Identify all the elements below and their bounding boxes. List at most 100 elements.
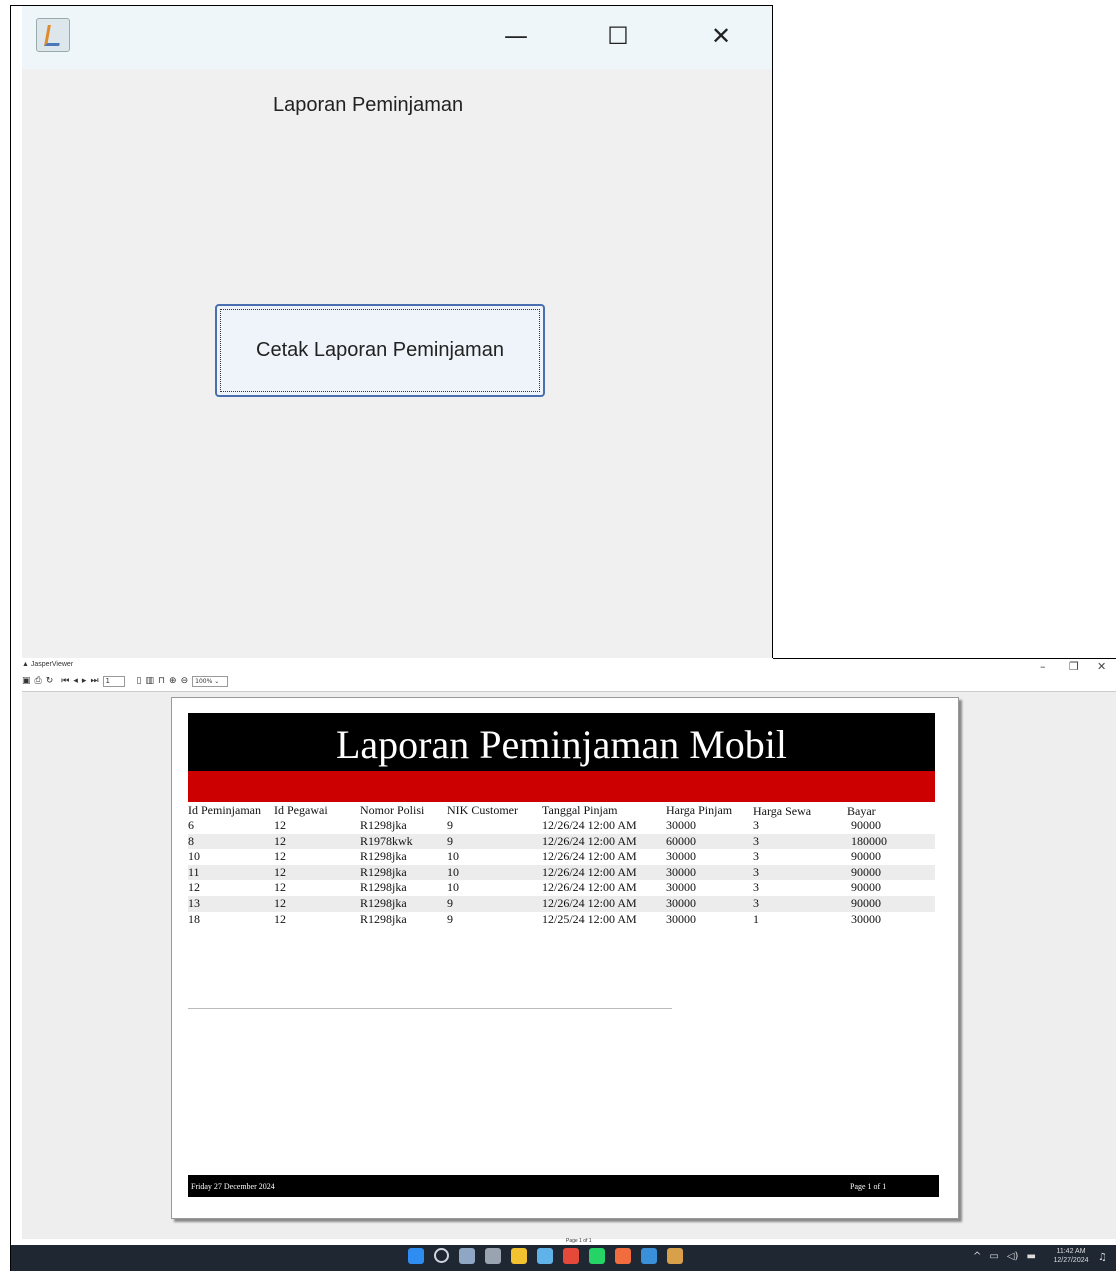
table-cell: 12/25/24 12:00 AM (542, 911, 637, 926)
image-border-right (772, 5, 773, 658)
whatsapp-icon[interactable] (589, 1248, 605, 1264)
column-header: Id Peminjaman (188, 803, 261, 817)
chevron-up-icon[interactable]: ^ (973, 1251, 981, 1262)
xampp-icon[interactable] (615, 1248, 631, 1264)
table-cell: 30000 (666, 849, 696, 864)
next-page-icon[interactable]: ▸ (82, 676, 87, 686)
netbeans-icon[interactable] (641, 1248, 657, 1264)
save-icon[interactable]: ▣ (22, 676, 31, 686)
table-cell: 90000 (851, 864, 881, 879)
table-cell: 60000 (666, 833, 696, 848)
table-cell: 3 (753, 880, 759, 895)
minimize-button[interactable]: — (493, 16, 539, 56)
search-icon[interactable] (434, 1248, 449, 1263)
notification-bell-icon[interactable]: ♫ (1098, 1252, 1107, 1263)
table-row: 8 12 R1978kwk 9 12/26/24 12:00 AM 60000 3 18000… (188, 833, 935, 850)
task-view-icon[interactable] (459, 1248, 475, 1264)
table-cell: R1298jka (360, 880, 407, 895)
table-cell: 11 (188, 864, 200, 879)
table-cell: 12/26/24 12:00 AM (542, 895, 637, 910)
table-row: 6 12 R1298jka 9 12/26/24 12:00 AM 30000 3 90000 (188, 818, 935, 834)
java-app-window: — ☐ ✕ Laporan Peminjaman Cetak Laporan P… (22, 6, 772, 658)
table-cell: R1298jka (360, 864, 407, 879)
table-cell: 30000 (666, 895, 696, 910)
maximize-button[interactable]: ☐ (595, 16, 641, 56)
file-explorer-icon[interactable] (511, 1248, 527, 1264)
report-body: 6 12 R1298jka 9 12/26/24 12:00 AM 30000 3 90000… (188, 818, 935, 927)
table-cell: R1978kwk (360, 833, 413, 848)
table-cell: 3 (753, 849, 759, 864)
java-icon[interactable] (667, 1248, 683, 1264)
chrome-icon[interactable] (563, 1248, 579, 1264)
zoom-out-icon[interactable]: ⊖ (181, 676, 189, 686)
table-cell: R1298jka (360, 849, 407, 864)
table-row: 10 12 R1298jka 10 12/26/24 12:00 AM 30000 3 900… (188, 849, 935, 865)
settings-icon[interactable] (485, 1248, 501, 1264)
previous-page-icon[interactable]: ◂ (73, 676, 78, 686)
zoom-select[interactable]: 100% ⌄ (192, 675, 229, 687)
first-page-icon[interactable]: ⏮ (61, 676, 69, 686)
table-row: 12 12 R1298jka 10 12/26/24 12:00 AM 30000 3 900… (188, 880, 935, 896)
table-cell: 10 (447, 849, 459, 864)
clock-date: 12/27/2024 (1053, 1257, 1089, 1264)
taskbar-clock[interactable]: 11:42 AM 12/27/2024 (1048, 1247, 1094, 1265)
print-icon[interactable]: ⎙ (35, 676, 42, 686)
table-cell: 12 (274, 833, 286, 848)
table-cell: 12 (274, 849, 286, 864)
table-cell: 30000 (666, 880, 696, 895)
table-cell: 3 (753, 864, 759, 879)
footer-page-number: Page 1 of 1 (850, 1182, 887, 1191)
zoom-in-icon[interactable]: ⊕ (169, 676, 177, 686)
table-cell: R1298jka (360, 911, 407, 926)
column-header: NIK Customer (447, 803, 518, 817)
column-header: Harga Sewa (753, 804, 812, 818)
fit-width-icon[interactable]: ⊓ (158, 676, 165, 686)
actual-size-icon[interactable]: ▯ (137, 676, 142, 686)
report-footer: Friday 27 December 2024 Page 1 of 1 (188, 1175, 939, 1197)
image-border-left (10, 5, 11, 1271)
table-cell: R1298jka (360, 895, 407, 910)
table-cell: 12 (274, 911, 286, 926)
jasper-close-button[interactable]: ✕ (1097, 660, 1106, 673)
table-row: 11 12 R1298jka 10 12/26/24 12:00 AM 30000 3 900… (188, 864, 935, 881)
table-cell: 18 (188, 911, 200, 926)
table-cell: 12/26/24 12:00 AM (542, 833, 637, 848)
java-app-icon (36, 18, 70, 52)
battery-icon[interactable]: ▬ (1026, 1251, 1035, 1262)
table-cell: 90000 (851, 895, 881, 910)
system-tray: ^ ▭ ◁) ▬ (973, 1251, 1036, 1262)
column-header: Nomor Polisi (360, 803, 425, 817)
fit-page-icon[interactable]: ▥ (146, 676, 155, 686)
table-cell: 12/26/24 12:00 AM (542, 849, 637, 864)
table-cell: 3 (753, 895, 759, 910)
footer-date: Friday 27 December 2024 (191, 1182, 275, 1191)
table-cell: 30000 (666, 864, 696, 879)
clock-time: 11:42 AM (1056, 1248, 1086, 1255)
table-cell: 12 (274, 864, 286, 879)
jasper-restore-button[interactable]: ❐ (1069, 660, 1079, 673)
table-cell: 3 (753, 833, 759, 848)
table-cell: R1298jka (360, 818, 407, 832)
jasper-minimize-button[interactable]: – (1040, 660, 1046, 673)
close-button[interactable]: ✕ (698, 16, 744, 56)
last-page-icon[interactable]: ⏭ (90, 676, 98, 686)
report-title: Laporan Peminjaman Mobil (188, 713, 935, 771)
windows-start-icon[interactable] (408, 1248, 424, 1264)
jasper-window-title: ▲ JasperViewer (22, 661, 74, 668)
table-cell: 12 (274, 880, 286, 895)
table-cell: 9 (447, 911, 453, 926)
column-header: Tanggal Pinjam (542, 803, 618, 817)
report-header-row: Id Peminjaman Id Pegawai Nomor Polisi NI… (188, 803, 935, 818)
column-header: Harga Pinjam (666, 803, 733, 817)
table-cell: 12 (188, 880, 200, 895)
copilot-icon[interactable] (537, 1248, 553, 1264)
print-report-button[interactable]: Cetak Laporan Peminjaman (215, 304, 545, 397)
table-cell: 9 (447, 833, 453, 848)
volume-icon[interactable]: ◁) (1007, 1251, 1019, 1262)
table-cell: 12/26/24 12:00 AM (542, 864, 637, 879)
page-number-input[interactable]: 1 (102, 675, 125, 687)
report-summary-line (188, 1008, 672, 1009)
network-icon[interactable]: ▭ (989, 1251, 998, 1262)
java-title-bar[interactable]: — ☐ ✕ (22, 6, 772, 69)
reload-icon[interactable]: ↻ (46, 676, 54, 686)
